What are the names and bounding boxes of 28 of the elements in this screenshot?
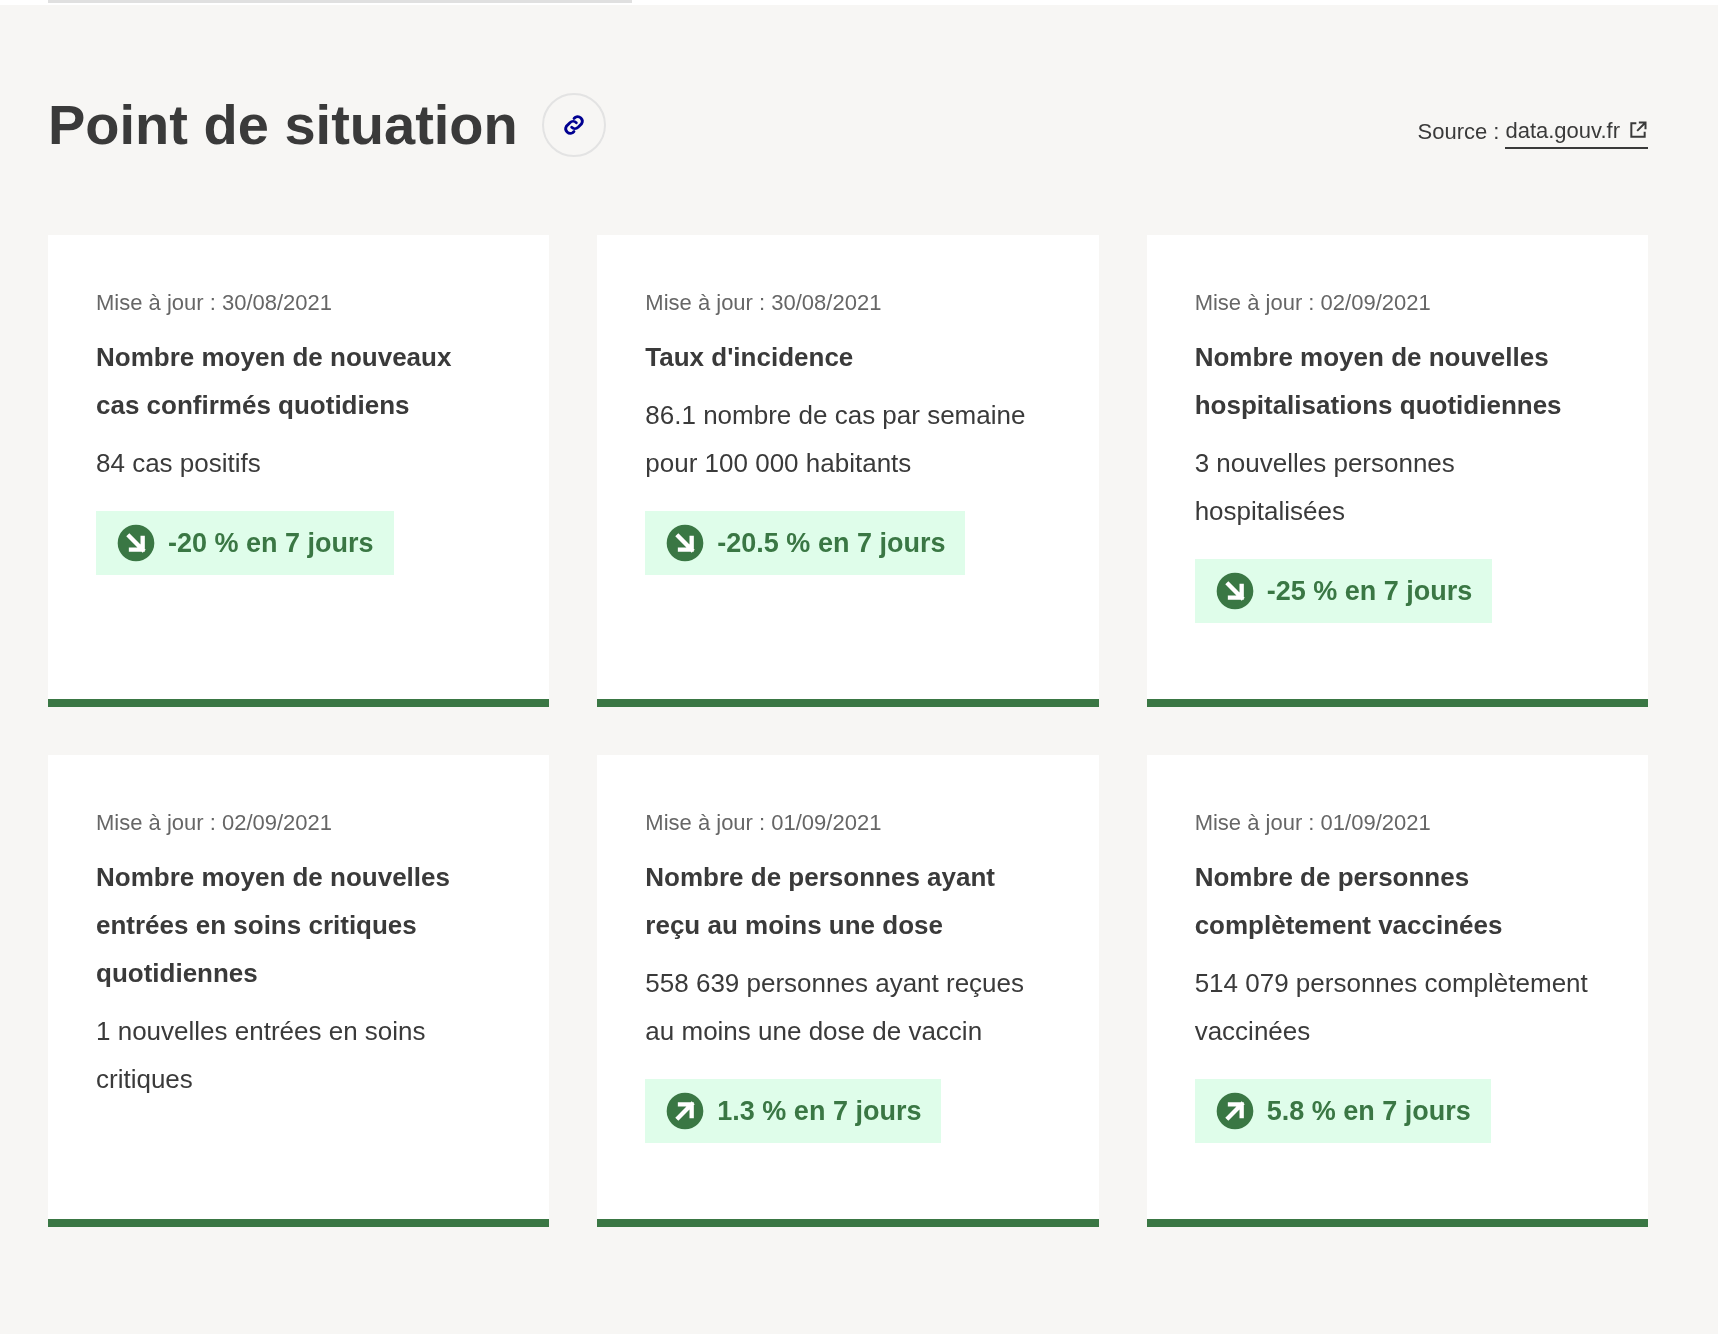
card-title: Nombre moyen de nouvelles entrées en soins critiques quotidiennes: [96, 861, 451, 990]
source-label: Source :: [1417, 117, 1500, 146]
indicator-value: 86.1 nombre de cas par semaine pour 100 000 habitants: [645, 399, 1027, 480]
card-title: Nombre de personnes ayant reçu au moins une dose: [645, 861, 996, 942]
section-title: Point de situation: [48, 93, 518, 157]
card-title: Taux d'incidence: [645, 341, 855, 374]
trend-badge: -20 % en 7 jours: [96, 511, 394, 575]
indicator-value: 3 nouvelles personnes hospitalisées: [1194, 447, 1456, 528]
card-title: Nombre moyen de nouveaux cas confirmés quotidiens: [96, 341, 453, 422]
update-date: Mise à jour : 01/09/2021: [1194, 809, 1432, 837]
trend-badge: 1.3 % en 7 jours: [645, 1079, 942, 1143]
card-title: Nombre de personnes complètement vaccinées: [1194, 861, 1504, 942]
source-link[interactable]: data.gouv.fr: [1505, 113, 1648, 149]
indicator-value: 514 079 personnes complètement vaccinées: [1194, 967, 1589, 1048]
update-date: Mise à jour : 02/09/2021: [1194, 289, 1432, 317]
indicator-value: 84 cas positifs: [96, 447, 262, 480]
indicator-value: 558 639 personnes ayant reçues au moins une dose de vaccin: [645, 967, 1026, 1048]
link-button[interactable]: [541, 93, 606, 157]
external-link-icon: [1628, 120, 1648, 140]
indicator-value: 1 nouvelles entrées en soins critiques: [96, 1015, 427, 1096]
update-date: Mise à jour : 01/09/2021: [645, 809, 883, 837]
trend-badge: -20.5 % en 7 jours: [645, 511, 966, 575]
trend-badge: 5.8 % en 7 jours: [1194, 1079, 1491, 1143]
trend-badge: -25 % en 7 jours: [1194, 559, 1493, 623]
update-date: Mise à jour : 30/08/2021: [96, 289, 334, 317]
card-title: Nombre moyen de nouvelles hospitalisations quotidiennes: [1194, 341, 1563, 422]
update-date: Mise à jour : 30/08/2021: [645, 289, 883, 317]
update-date: Mise à jour : 02/09/2021: [96, 809, 334, 837]
